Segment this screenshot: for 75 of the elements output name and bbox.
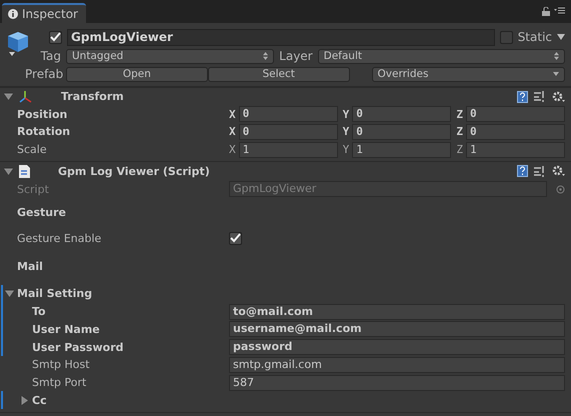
- menu-icon[interactable]: [554, 6, 565, 14]
- number-field[interactable]: 0: [238, 124, 338, 140]
- help-book-icon[interactable]: [517, 90, 528, 102]
- prefab-label: Prefab: [25, 67, 61, 82]
- number-field[interactable]: 1: [238, 142, 338, 158]
- foldout-arrow-icon[interactable]: [4, 92, 13, 101]
- property-label: Scale: [17, 143, 48, 156]
- active-checkbox[interactable]: [49, 30, 62, 44]
- property-label: Script: [17, 182, 50, 196]
- property-label: User Name: [32, 322, 101, 336]
- component-title[interactable]: Transform: [61, 90, 511, 103]
- preset-icon[interactable]: [534, 166, 546, 177]
- foldout-arrow-icon[interactable]: [4, 166, 13, 176]
- text-field[interactable]: 587: [229, 374, 565, 391]
- number-field[interactable]: 0: [238, 106, 338, 122]
- axis-label: Z: [456, 108, 463, 121]
- property-label: Gesture Enable: [17, 232, 102, 245]
- component-title[interactable]: Gpm Log Viewer (Script): [58, 164, 511, 178]
- section-heading: Gesture: [17, 206, 68, 220]
- inspector-tab[interactable]: Inspector: [2, 2, 86, 23]
- checkbox[interactable]: [229, 232, 242, 245]
- property-label: Smtp Host: [32, 358, 91, 372]
- info-icon: [8, 8, 18, 19]
- settings-icon[interactable]: [552, 165, 565, 178]
- updown-arrow-icon: [263, 52, 268, 60]
- cube-icon: [6, 30, 30, 57]
- prefab-button[interactable]: Select: [208, 66, 350, 82]
- number-field[interactable]: 1: [352, 142, 452, 158]
- tag-label: Tag: [40, 49, 61, 64]
- script-field: GpmLogViewer: [229, 181, 547, 198]
- static-label: Static: [518, 30, 552, 44]
- layer-dropdown[interactable]: Default: [318, 48, 565, 64]
- foldout-label[interactable]: Cc: [32, 394, 232, 407]
- property-label: Position: [17, 108, 68, 121]
- axes-icon: [19, 90, 33, 104]
- text-field[interactable]: password: [229, 339, 565, 356]
- foldout-arrow-icon[interactable]: [20, 396, 29, 405]
- section-heading: Mail: [17, 260, 44, 273]
- property-label: User Password: [32, 340, 124, 354]
- name-field[interactable]: GpmLogViewer: [67, 28, 495, 46]
- caret-icon: [553, 72, 559, 76]
- layer-label: Layer: [279, 49, 313, 64]
- axis-label: Y: [342, 125, 350, 138]
- static-checkbox[interactable]: [500, 30, 513, 44]
- property-label: To: [32, 305, 47, 318]
- preset-icon[interactable]: [534, 91, 546, 102]
- number-field[interactable]: 0: [466, 106, 566, 122]
- axis-label: Y: [342, 108, 350, 121]
- property-label: Rotation: [17, 125, 72, 138]
- updown-arrow-icon: [554, 52, 559, 60]
- number-field[interactable]: 0: [466, 124, 566, 140]
- script-file-icon: [19, 164, 30, 178]
- axis-label: X: [229, 108, 236, 121]
- foldout-label[interactable]: Mail Setting: [17, 287, 217, 300]
- number-field[interactable]: 1: [466, 142, 566, 158]
- tag-dropdown[interactable]: Untagged: [66, 48, 274, 64]
- axis-label: X: [229, 143, 236, 156]
- object-picker-icon[interactable]: [556, 184, 565, 194]
- dropdown-arrow-icon[interactable]: [557, 34, 565, 40]
- axis-label: X: [229, 125, 236, 138]
- axis-label: Z: [456, 143, 463, 156]
- overrides-dropdown[interactable]: Overrides: [372, 66, 565, 82]
- axis-label: Y: [342, 143, 350, 156]
- text-field[interactable]: username@mail.com: [229, 321, 565, 338]
- property-label: Smtp Port: [32, 376, 88, 390]
- foldout-arrow-icon[interactable]: [5, 289, 14, 298]
- settings-icon[interactable]: [552, 90, 565, 102]
- help-book-icon[interactable]: [517, 165, 528, 178]
- lock-icon[interactable]: [542, 6, 550, 16]
- prefab-button[interactable]: Open: [66, 66, 208, 82]
- text-field[interactable]: to@mail.com: [229, 304, 565, 320]
- axis-label: Z: [456, 125, 463, 138]
- text-field[interactable]: smtp.gmail.com: [229, 356, 565, 373]
- number-field[interactable]: 0: [352, 124, 452, 140]
- number-field[interactable]: 0: [352, 106, 452, 122]
